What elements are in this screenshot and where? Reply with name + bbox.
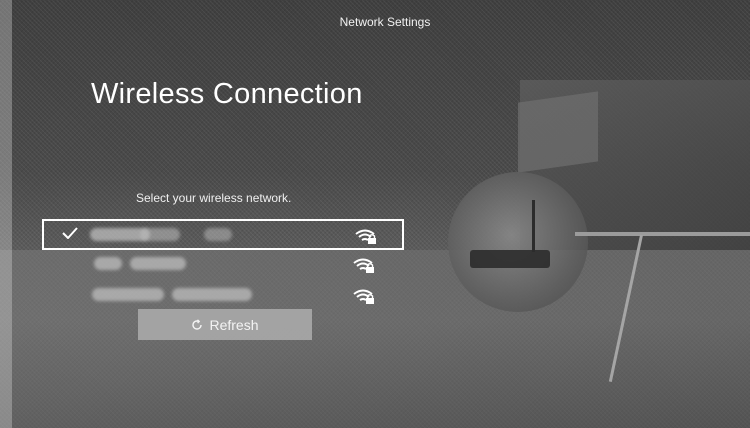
- network-name-redacted: [130, 257, 186, 270]
- network-list: [42, 219, 404, 312]
- background-router-antenna: [532, 200, 535, 252]
- background-panel: [518, 91, 598, 173]
- wifi-lock-icon: [353, 258, 374, 273]
- page-title: Wireless Connection: [91, 78, 363, 110]
- network-name-redacted: [92, 288, 164, 301]
- network-item-1[interactable]: [42, 219, 404, 250]
- instruction-text: Select your wireless network.: [136, 191, 292, 205]
- header-title: Network Settings: [339, 15, 431, 29]
- wifi-lock-icon: [353, 289, 374, 304]
- network-item-2[interactable]: [42, 250, 404, 281]
- background-table-top: [575, 232, 750, 236]
- network-name-redacted: [204, 228, 232, 241]
- network-name-redacted: [94, 257, 122, 270]
- background-spotlight-circle: [448, 172, 588, 312]
- tv-network-settings-screen: Network Settings Wireless Connection Sel…: [0, 0, 750, 428]
- network-name-redacted: [172, 288, 252, 301]
- network-name-redacted: [140, 228, 180, 241]
- background-left-frame: [0, 0, 12, 428]
- network-item-3[interactable]: [42, 281, 404, 312]
- wifi-lock-icon: [355, 229, 376, 244]
- background-router: [470, 250, 550, 268]
- refresh-button-label: Refresh: [209, 316, 259, 333]
- refresh-icon: [192, 318, 203, 330]
- refresh-button[interactable]: Refresh: [138, 309, 312, 340]
- checkmark-icon: [62, 227, 78, 239]
